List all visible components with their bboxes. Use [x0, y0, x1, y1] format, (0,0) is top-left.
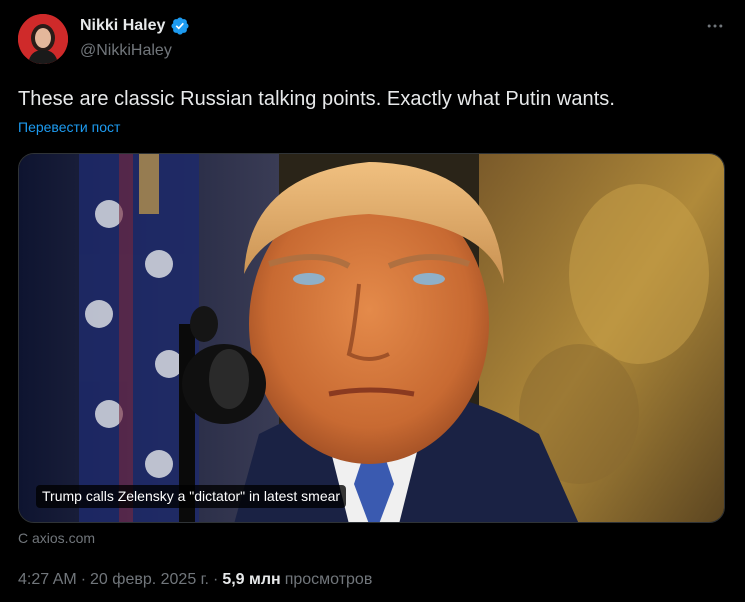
meta-separator-2: ·	[213, 571, 219, 588]
avatar[interactable]	[18, 14, 68, 64]
card-source-link[interactable]: С axios.com	[18, 530, 95, 546]
meta-separator: ·	[80, 571, 87, 588]
tweet-time[interactable]: 4:27 AM	[18, 571, 77, 589]
card-caption: Trump calls Zelensky a "dictator" in lat…	[36, 485, 347, 508]
link-card[interactable]: Trump calls Zelensky a "dictator" in lat…	[18, 153, 725, 523]
author-name-row: Nikki Haley	[80, 16, 190, 36]
tweet: Nikki Haley @NikkiHaley These are classi…	[0, 0, 745, 602]
author-name[interactable]: Nikki Haley	[80, 17, 165, 35]
views-count[interactable]: 5,9 млн	[222, 571, 280, 589]
views-label: просмотров	[284, 571, 373, 588]
avatar-image	[18, 14, 68, 64]
author-handle[interactable]: @NikkiHaley	[80, 42, 172, 60]
more-horizontal-icon	[707, 24, 723, 28]
more-options-button[interactable]	[703, 14, 727, 38]
translate-post-link[interactable]: Перевести пост	[18, 119, 120, 135]
tweet-meta: 4:27 AM · 20 февр. 2025 г. · 5,9 млн про…	[18, 571, 372, 589]
tweet-text: These are classic Russian talking points…	[18, 88, 615, 110]
verified-badge-icon[interactable]	[170, 16, 190, 36]
card-image	[19, 154, 724, 522]
tweet-date[interactable]: 20 февр. 2025 г.	[90, 571, 209, 589]
